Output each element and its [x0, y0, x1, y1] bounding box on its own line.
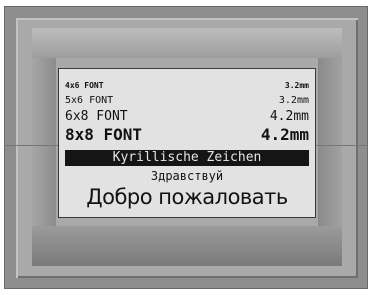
- bevel-bottom: [32, 226, 342, 266]
- bevel-left: [32, 58, 56, 226]
- cyrillic-greeting-small: Здравствуй: [150, 169, 224, 183]
- font-row-6x8: 6x8 FONT 4.2mm: [65, 109, 309, 124]
- font-size: 3.2mm: [278, 95, 309, 106]
- font-name: 8x8 FONT: [65, 125, 143, 144]
- cyrillic-greeting-large: Добро пожаловать: [86, 185, 288, 209]
- font-size: 3.2mm: [284, 81, 309, 90]
- font-size: 4.2mm: [269, 109, 309, 124]
- font-size: 4.2mm: [260, 125, 309, 144]
- font-name: 5x6 FONT: [65, 95, 114, 106]
- bevel-right: [318, 58, 342, 226]
- font-row-8x8: 8x8 FONT 4.2mm: [65, 125, 309, 144]
- font-row-5x6: 5x6 FONT 3.2mm: [65, 95, 309, 106]
- font-name: 6x8 FONT: [65, 109, 128, 124]
- lcd-screen: 4x6 FONT 3.2mm 5x6 FONT 3.2mm 6x8 FONT 4…: [58, 68, 316, 218]
- bevel-top: [32, 28, 342, 58]
- inverse-text-line: Kyrillische Zeichen: [65, 150, 309, 166]
- font-row-4x6: 4x6 FONT 3.2mm: [65, 81, 309, 90]
- font-name: 4x6 FONT: [65, 81, 104, 90]
